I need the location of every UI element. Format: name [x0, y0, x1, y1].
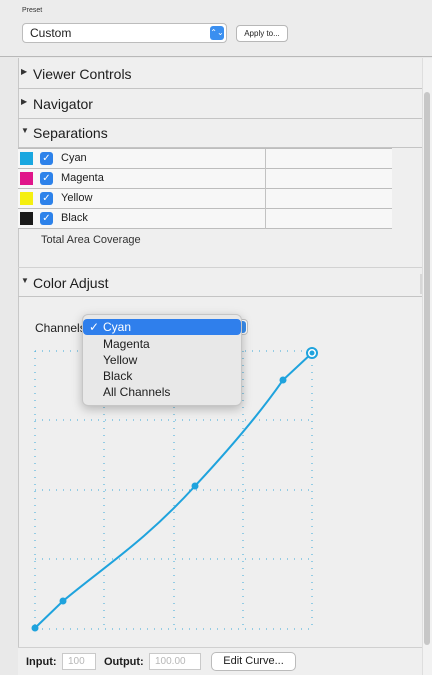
cyan-checkbox[interactable]: ✓ — [40, 152, 53, 165]
cyan-swatch — [20, 152, 33, 165]
section-viewer-controls[interactable]: ▶ Viewer Controls — [18, 59, 422, 89]
black-swatch — [20, 212, 33, 225]
edit-curve-button[interactable]: Edit Curve... — [211, 652, 296, 671]
curve-point[interactable] — [191, 482, 199, 490]
section-title: Navigator — [33, 96, 93, 112]
total-area-coverage: Total Area Coverage — [41, 234, 141, 246]
column-divider — [265, 209, 266, 229]
input-field[interactable]: 100 — [62, 653, 96, 670]
separation-row-yellow: ✓ Yellow — [18, 189, 392, 209]
curve-point[interactable] — [279, 376, 287, 384]
curve-bottom-bar: Input: 100 Output: 100.00 Edit Curve... — [18, 647, 422, 675]
section-title: Viewer Controls — [33, 66, 132, 82]
preset-value: Custom — [30, 26, 72, 40]
channel-dropdown-menu: ✓ Cyan Magenta Yellow Black All Channels — [82, 314, 242, 406]
menu-item-label: Magenta — [103, 337, 150, 351]
output-field[interactable]: 100.00 — [149, 653, 201, 670]
apply-to-button[interactable]: Apply to... — [236, 25, 288, 42]
disclosure-right-icon: ▶ — [21, 67, 28, 76]
curve-point[interactable] — [59, 597, 67, 605]
black-checkbox[interactable]: ✓ — [40, 212, 53, 225]
separation-name: Cyan — [61, 152, 87, 164]
column-divider — [265, 189, 266, 209]
checkmark-icon: ✓ — [89, 320, 100, 334]
disclosure-down-icon: ▼ — [21, 126, 29, 135]
resize-grip[interactable] — [420, 274, 422, 294]
section-title: Separations — [33, 125, 108, 141]
channels-label: Channels — [35, 321, 86, 335]
magenta-swatch — [20, 172, 33, 185]
separation-row-magenta: ✓ Magenta — [18, 169, 392, 189]
section-navigator[interactable]: ▶ Navigator — [18, 89, 422, 119]
section-color-adjust[interactable]: ▼ Color Adjust — [18, 267, 422, 297]
section-separations[interactable]: ▼ Separations — [18, 118, 422, 148]
magenta-checkbox[interactable]: ✓ — [40, 172, 53, 185]
disclosure-right-icon: ▶ — [21, 97, 28, 106]
curve-point[interactable] — [31, 624, 39, 632]
yellow-checkbox[interactable]: ✓ — [40, 192, 53, 205]
separation-name: Yellow — [61, 192, 93, 204]
menu-item-label: Yellow — [103, 353, 138, 367]
menu-item-label: Black — [103, 369, 133, 383]
separation-name: Magenta — [61, 172, 104, 184]
preset-select[interactable]: Custom ⌃⌄ — [22, 23, 227, 43]
preset-area: Preset Custom ⌃⌄ Apply to... — [0, 0, 432, 57]
disclosure-down-icon: ▼ — [21, 276, 29, 285]
menu-item-black[interactable]: Black — [83, 368, 241, 384]
separation-row-black: ✓ Black — [18, 209, 392, 229]
menu-item-all-channels[interactable]: All Channels — [83, 384, 241, 400]
scrollbar-thumb[interactable] — [424, 92, 430, 645]
menu-item-magenta[interactable]: Magenta — [83, 336, 241, 352]
input-label: Input: — [26, 656, 57, 668]
menu-item-label: Cyan — [103, 320, 132, 334]
column-divider — [265, 149, 266, 169]
separation-row-cyan: ✓ Cyan — [18, 149, 392, 169]
yellow-swatch — [20, 192, 33, 205]
menu-item-yellow[interactable]: Yellow — [83, 352, 241, 368]
separation-name: Black — [61, 212, 88, 224]
preset-label: Preset — [22, 7, 43, 14]
curve-point-selected-core — [309, 350, 315, 356]
output-label: Output: — [104, 656, 144, 668]
menu-item-label: All Channels — [103, 385, 171, 399]
column-divider — [265, 169, 266, 189]
chevron-updown-icon: ⌃⌄ — [210, 26, 224, 40]
menu-item-cyan[interactable]: ✓ Cyan — [83, 319, 241, 335]
section-title: Color Adjust — [33, 275, 109, 291]
